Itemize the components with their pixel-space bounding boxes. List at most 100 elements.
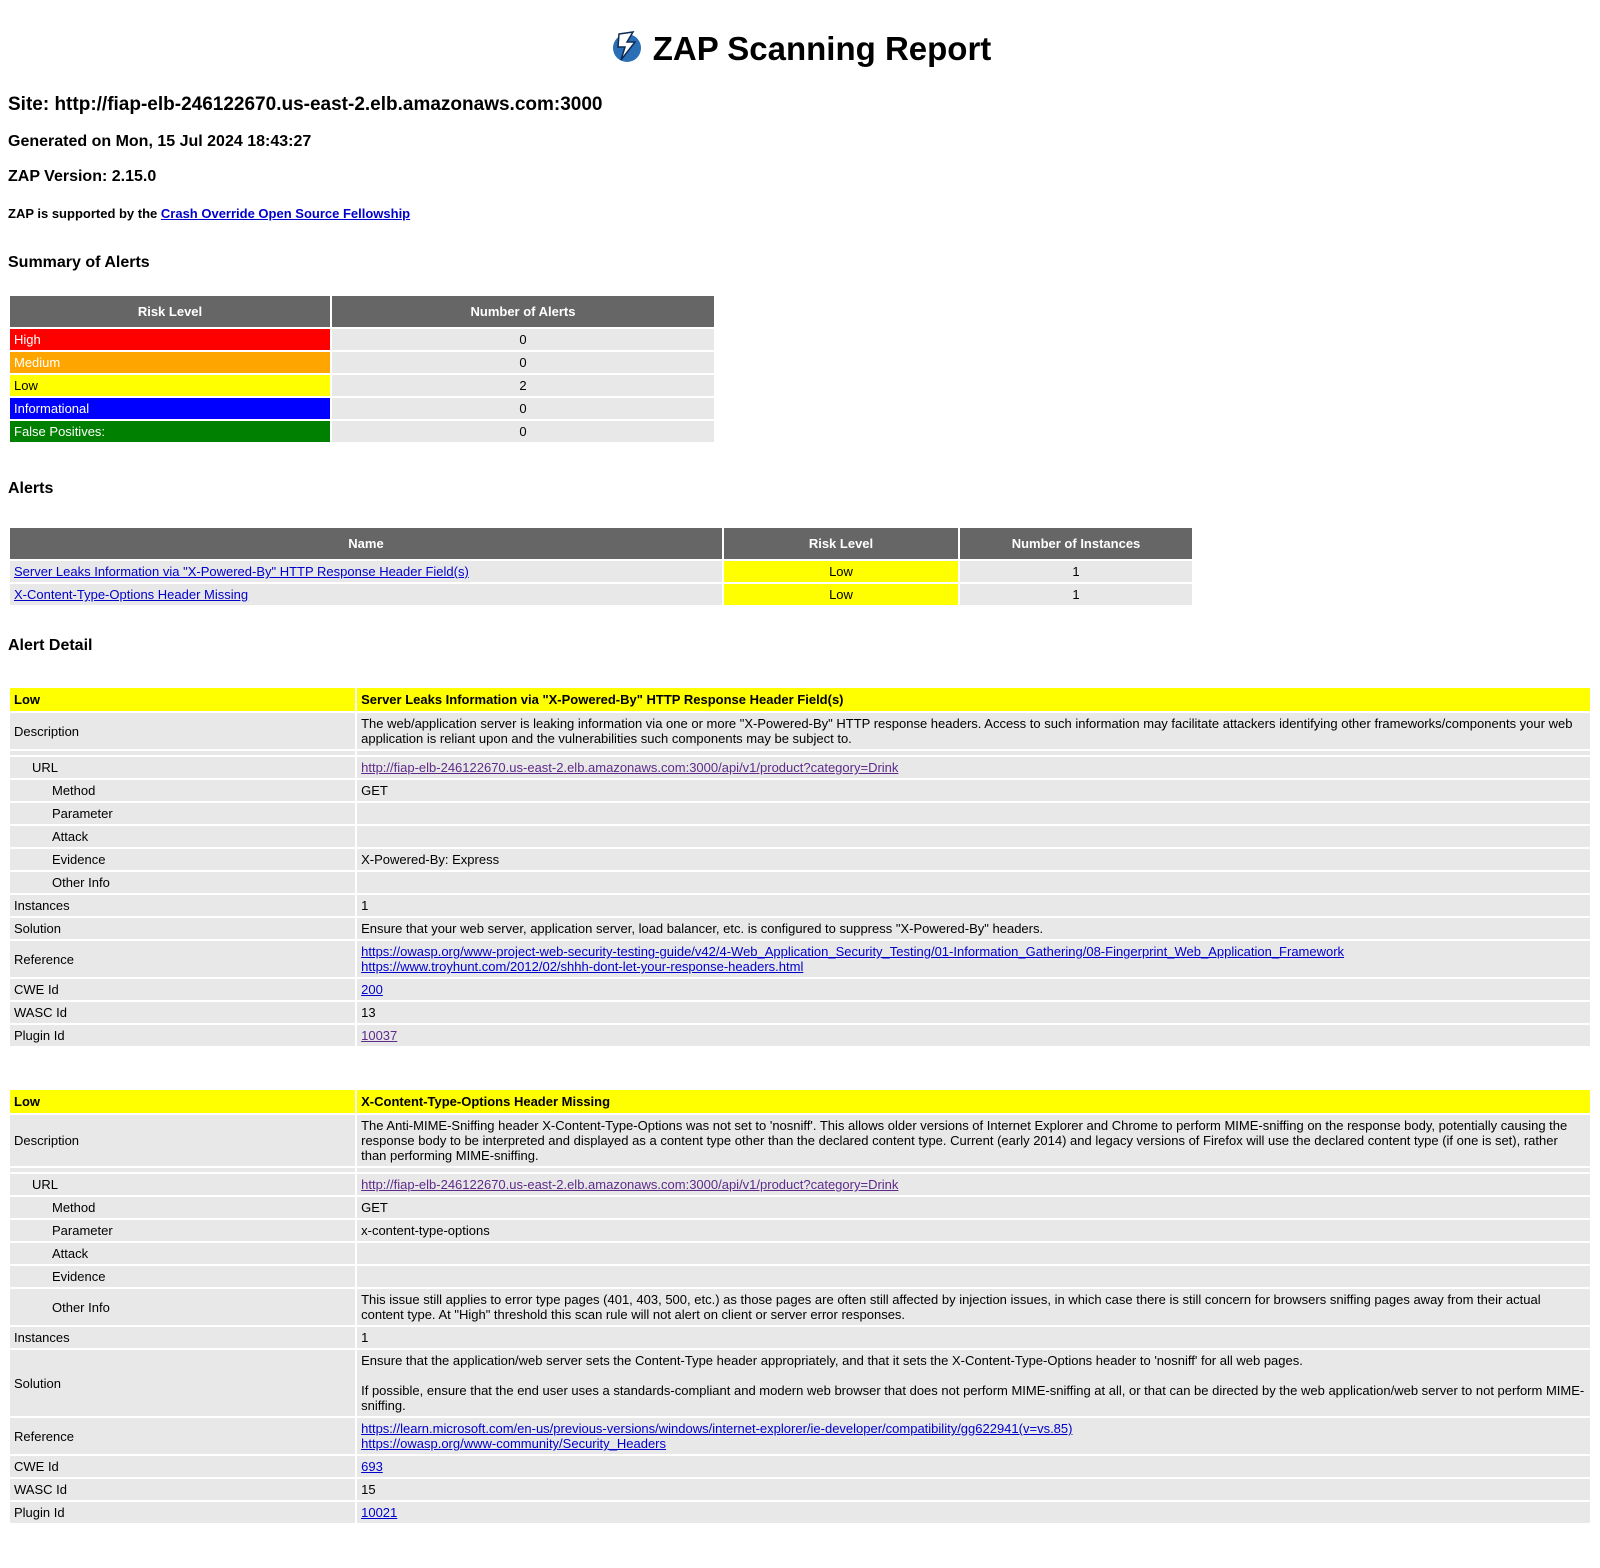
zap-logo-icon: [612, 31, 641, 62]
solution-value: Ensure that your web server, application…: [357, 918, 1590, 939]
detail-cwe-row: CWE Id 200: [10, 979, 1590, 1000]
summary-col-risk: Risk Level: [10, 296, 330, 327]
reference-link[interactable]: https://owasp.org/www-community/Security…: [361, 1436, 666, 1451]
label-method: Method: [10, 1197, 356, 1218]
summary-row-high: High 0: [10, 329, 714, 350]
method-value: GET: [357, 780, 1590, 801]
alerts-table: Name Risk Level Number of Instances Serv…: [8, 526, 1194, 607]
solution-value: Ensure that the application/web server s…: [361, 1353, 1303, 1368]
alert-risk: Low: [724, 561, 958, 582]
label-wasc: WASC Id: [10, 1002, 356, 1023]
label-attack: Attack: [10, 1243, 356, 1264]
label-evidence: Evidence: [10, 1266, 356, 1287]
cwe-link[interactable]: 200: [361, 982, 383, 997]
evidence-value: [357, 1266, 1590, 1287]
instances-value: 1: [357, 895, 1590, 916]
detail-wasc-row: WASC Id 13: [10, 1002, 1590, 1023]
wasc-value: 13: [357, 1002, 1590, 1023]
report-title: ZAP Scanning Report: [0, 28, 1600, 68]
support-prefix: ZAP is supported by the: [8, 206, 161, 221]
label-plugin: Plugin Id: [10, 1502, 356, 1523]
summary-col-count: Number of Alerts: [332, 296, 714, 327]
detail-method-row: Method GET: [10, 1197, 1590, 1218]
detail-wasc-row: WASC Id 15: [10, 1479, 1590, 1500]
label-cwe: CWE Id: [10, 1456, 356, 1477]
reference-value-cell: https://owasp.org/www-project-web-securi…: [357, 941, 1590, 977]
label-method: Method: [10, 780, 356, 801]
detail-evidence-row: Evidence: [10, 1266, 1590, 1287]
reference-link[interactable]: https://learn.microsoft.com/en-us/previo…: [361, 1421, 1072, 1436]
label-instances: Instances: [10, 1327, 356, 1348]
generated-heading: Generated on Mon, 15 Jul 2024 18:43:27: [8, 133, 312, 150]
url-value-cell: http://fiap-elb-246122670.us-east-2.elb.…: [357, 757, 1590, 778]
detail-other-info-row: Other Info: [10, 872, 1590, 893]
label-description: Description: [10, 1115, 356, 1166]
cwe-value-cell: 693: [357, 1456, 1590, 1477]
detail-name: X-Content-Type-Options Header Missing: [357, 1090, 1590, 1113]
alert-count: 0: [332, 329, 714, 350]
label-instances: Instances: [10, 895, 356, 916]
alert-name-cell: Server Leaks Information via "X-Powered-…: [10, 561, 722, 582]
table-row: Server Leaks Information via "X-Powered-…: [10, 561, 1192, 582]
alert-count: 0: [332, 352, 714, 373]
detail-method-row: Method GET: [10, 780, 1590, 801]
label-url: URL: [10, 1174, 356, 1195]
label-wasc: WASC Id: [10, 1479, 356, 1500]
version-heading: ZAP Version: 2.15.0: [8, 168, 157, 185]
summary-row-false-positives: False Positives: 0: [10, 421, 714, 442]
plugin-value-cell: 10021: [357, 1502, 1590, 1523]
label-attack: Attack: [10, 826, 356, 847]
alert-count: 0: [332, 421, 714, 442]
reference-link[interactable]: https://www.troyhunt.com/2012/02/shhh-do…: [361, 959, 803, 974]
cwe-value-cell: 200: [357, 979, 1590, 1000]
risk-label: False Positives:: [10, 421, 330, 442]
alert-instances: 1: [960, 561, 1192, 582]
plugin-link[interactable]: 10037: [361, 1028, 397, 1043]
risk-label: Medium: [10, 352, 330, 373]
summary-row-low: Low 2: [10, 375, 714, 396]
label-parameter: Parameter: [10, 803, 356, 824]
detail-description-row: Description The Anti-MIME-Sniffing heade…: [10, 1115, 1590, 1166]
detail-parameter-row: Parameter: [10, 803, 1590, 824]
alerts-col-instances: Number of Instances: [960, 528, 1192, 559]
label-parameter: Parameter: [10, 1220, 356, 1241]
detail-plugin-row: Plugin Id 10021: [10, 1502, 1590, 1523]
alert-link-x-content-type[interactable]: X-Content-Type-Options Header Missing: [14, 587, 248, 602]
detail-name: Server Leaks Information via "X-Powered-…: [357, 688, 1590, 711]
detail-instances-row: Instances 1: [10, 895, 1590, 916]
detail-header-row: Low Server Leaks Information via "X-Powe…: [10, 688, 1590, 711]
detail-reference-row: Reference https://owasp.org/www-project-…: [10, 941, 1590, 977]
label-description: Description: [10, 713, 356, 749]
alert-link-x-powered-by[interactable]: Server Leaks Information via "X-Powered-…: [14, 564, 469, 579]
alert-count: 0: [332, 398, 714, 419]
summary-row-informational: Informational 0: [10, 398, 714, 419]
alerts-heading: Alerts: [8, 480, 54, 497]
alert-name-cell: X-Content-Type-Options Header Missing: [10, 584, 722, 605]
detail-cwe-row: CWE Id 693: [10, 1456, 1590, 1477]
attack-value: [357, 826, 1590, 847]
plugin-value-cell: 10037: [357, 1025, 1590, 1046]
risk-label: Informational: [10, 398, 330, 419]
label-cwe: CWE Id: [10, 979, 356, 1000]
support-line: ZAP is supported by the Crash Override O…: [8, 206, 410, 221]
alert-detail-table-1: Low Server Leaks Information via "X-Powe…: [8, 686, 1592, 1048]
attack-value: [357, 1243, 1590, 1264]
instance-url-link[interactable]: http://fiap-elb-246122670.us-east-2.elb.…: [361, 760, 898, 775]
label-reference: Reference: [10, 941, 356, 977]
reference-link[interactable]: https://owasp.org/www-project-web-securi…: [361, 944, 1344, 959]
detail-other-info-row: Other Info This issue still applies to e…: [10, 1289, 1590, 1325]
cwe-link[interactable]: 693: [361, 1459, 383, 1474]
wasc-value: 15: [357, 1479, 1590, 1500]
instance-url-link[interactable]: http://fiap-elb-246122670.us-east-2.elb.…: [361, 1177, 898, 1192]
parameter-value: [357, 803, 1590, 824]
label-other-info: Other Info: [10, 1289, 356, 1325]
other-info-value: This issue still applies to error type p…: [357, 1289, 1590, 1325]
label-reference: Reference: [10, 1418, 356, 1454]
fellowship-link[interactable]: Crash Override Open Source Fellowship: [161, 206, 410, 221]
alerts-col-risk: Risk Level: [724, 528, 958, 559]
alert-risk: Low: [724, 584, 958, 605]
detail-risk: Low: [10, 688, 356, 711]
detail-solution-row: Solution Ensure that your web server, ap…: [10, 918, 1590, 939]
plugin-link[interactable]: 10021: [361, 1505, 397, 1520]
detail-plugin-row: Plugin Id 10037: [10, 1025, 1590, 1046]
